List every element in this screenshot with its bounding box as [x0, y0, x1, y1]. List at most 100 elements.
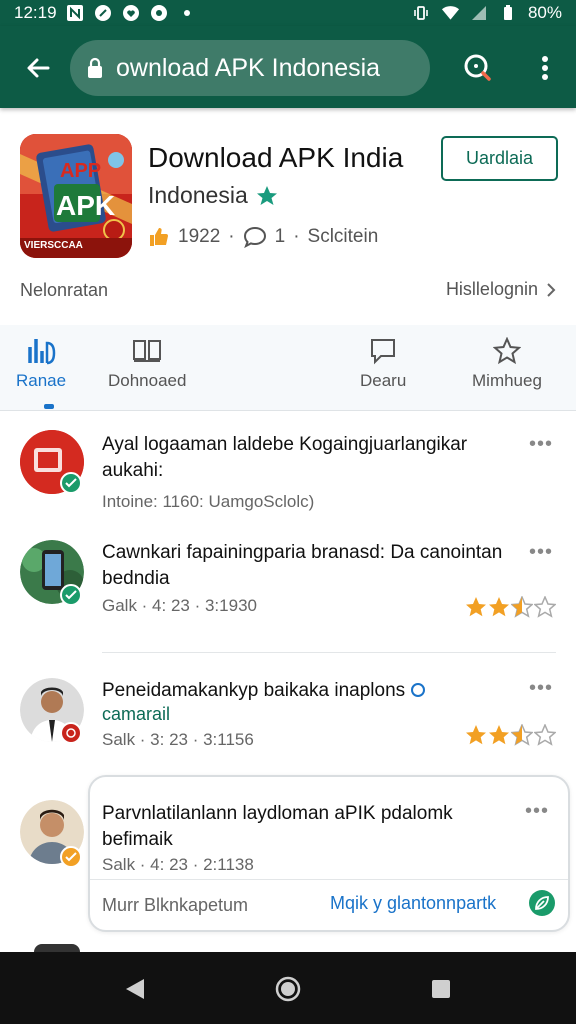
brand-badge-icon — [60, 722, 82, 744]
search-button[interactable] — [458, 48, 498, 88]
more-options-icon[interactable]: ••• — [526, 677, 556, 699]
n-icon — [66, 4, 85, 23]
item-title: Parvnlatilanlann laydloman aPIK pdalomk … — [102, 803, 453, 850]
tab-label: Mimhueg — [472, 371, 542, 390]
dot-icon — [178, 4, 197, 23]
item-subline: camarail — [102, 704, 171, 724]
triangle-back-icon — [126, 979, 144, 999]
tab-dearu[interactable]: Dearu — [360, 337, 406, 391]
app-icon-text-top: APP — [60, 160, 102, 182]
system-nav-bar — [0, 952, 576, 1024]
circle-home-icon — [275, 976, 301, 1002]
likes-count: 1922 — [178, 226, 221, 247]
item-title: Ayal logaaman laldebe Kogaingjuarlangika… — [102, 434, 468, 481]
card-footer-right[interactable]: Mqik y glantonnpartk — [330, 893, 496, 914]
tab-label: Dohnoaed — [108, 371, 187, 390]
battery-level: 80% — [527, 3, 562, 22]
meta-separator-2: · — [293, 226, 300, 247]
card-footer-left[interactable]: Murr Blknkapetum — [102, 895, 248, 916]
achievement-badge-icon — [60, 846, 82, 868]
status-bar: 12:19 80% — [0, 0, 576, 26]
status-time: 12:19 — [14, 3, 57, 22]
heart-icon — [122, 4, 141, 23]
star-full-icon — [466, 597, 486, 617]
back-button[interactable] — [18, 48, 58, 88]
comments-label: Sclcitein — [307, 226, 379, 247]
overflow-menu-button[interactable] — [530, 48, 560, 88]
record-icon — [150, 4, 169, 23]
highlighted-review-card[interactable]: Parvnlatilanlann laydloman aPIK pdalomk … — [88, 775, 570, 932]
comment-box-icon — [371, 339, 396, 365]
meta-separator: · — [228, 226, 235, 247]
stats-icon — [28, 339, 56, 365]
book-icon — [133, 340, 162, 362]
rating-stars — [465, 596, 556, 618]
tab-bar: Ranae Dohnoaed Dearu Mimhueg — [0, 325, 576, 411]
verified-badge-icon — [60, 584, 82, 606]
more-options-icon[interactable]: ••• — [526, 541, 556, 563]
verified-badge-icon — [60, 472, 82, 494]
star-outline-icon — [492, 337, 521, 365]
url-field[interactable]: ownload APK Indonesia — [70, 40, 430, 96]
item-title: Peneidamakankyp baikaka inaplons — [102, 680, 406, 701]
verified-circle-icon — [411, 683, 426, 697]
star-full-icon — [489, 597, 509, 617]
next-item-avatar-peek — [34, 944, 80, 952]
chat-icon — [94, 4, 113, 23]
app-subtitle-text: Indonesia — [148, 182, 248, 208]
browser-toolbar: ownload APK Indonesia — [0, 26, 576, 108]
card-divider — [90, 879, 568, 880]
search-icon — [464, 54, 491, 81]
star-half-icon — [511, 724, 533, 746]
star-half-icon — [511, 596, 533, 618]
info-right-link[interactable]: Hisllelognin — [446, 279, 556, 300]
wifi-icon — [441, 4, 460, 23]
nav-recents-button[interactable] — [426, 974, 456, 1004]
more-vert-icon — [542, 56, 548, 80]
comment-icon — [243, 226, 266, 248]
item-title-row: Peneidamakankyp baikaka inaplons — [102, 678, 512, 704]
nav-home-button[interactable] — [273, 974, 303, 1004]
more-options-icon[interactable]: ••• — [522, 800, 552, 822]
item-meta: Salk · 4: 23 · 2:1138 — [102, 855, 254, 874]
chevron-right-icon — [547, 282, 556, 297]
nav-back-button[interactable] — [120, 974, 150, 1004]
star-empty-icon — [534, 724, 556, 746]
rating-stars — [465, 724, 556, 746]
app-meta-row: 1922 · 1 · Sclcitein — [148, 226, 378, 248]
signal-icon — [470, 4, 489, 23]
item-title: Cawnkari fapainingparia branasd: Da cano… — [102, 542, 503, 589]
app-icon-text-bottom: VIERSCCAA — [24, 240, 83, 251]
item-meta: Salk · 3: 23 · 3:1156 — [102, 730, 254, 749]
verified-star-icon — [256, 185, 277, 205]
item-meta: Galk · 4: 23 · 3:1930 — [102, 596, 257, 615]
item-meta: Intoine: 1160: UamgoSclolc) — [102, 492, 315, 511]
square-recents-icon — [432, 980, 450, 998]
info-right-text: Hisllelognin — [445, 279, 538, 299]
leaf-icon[interactable] — [528, 889, 556, 917]
tab-mimhueg[interactable]: Mimhueg — [472, 337, 542, 391]
star-empty-icon — [534, 596, 556, 618]
info-left: Nelonratan — [20, 280, 109, 300]
thumbs-up-icon — [150, 228, 168, 246]
battery-icon — [499, 4, 518, 23]
tab-dohnoaed[interactable]: Dohnoaed — [108, 337, 186, 391]
active-tab-indicator — [44, 404, 54, 409]
vibrate-icon — [412, 4, 431, 23]
tab-ranae[interactable]: Ranae — [16, 337, 66, 391]
tab-label: Dearu — [360, 371, 407, 390]
star-full-icon — [466, 725, 486, 745]
app-icon: APP APK VIERSCCAA — [20, 134, 132, 258]
app-title: Download APK India — [148, 142, 404, 173]
install-button[interactable]: Uardlaia — [441, 136, 558, 181]
more-options-icon[interactable]: ••• — [526, 433, 556, 455]
app-subtitle: Indonesia — [148, 182, 278, 209]
url-text: ownload APK Indonesia — [116, 53, 381, 82]
lock-icon — [86, 57, 106, 79]
tab-label: Ranae — [16, 371, 67, 390]
divider — [102, 652, 556, 653]
star-full-icon — [489, 725, 509, 745]
arrow-left-icon — [27, 58, 50, 78]
app-icon-text-main: APK — [56, 190, 116, 221]
comments-count: 1 — [274, 226, 286, 247]
